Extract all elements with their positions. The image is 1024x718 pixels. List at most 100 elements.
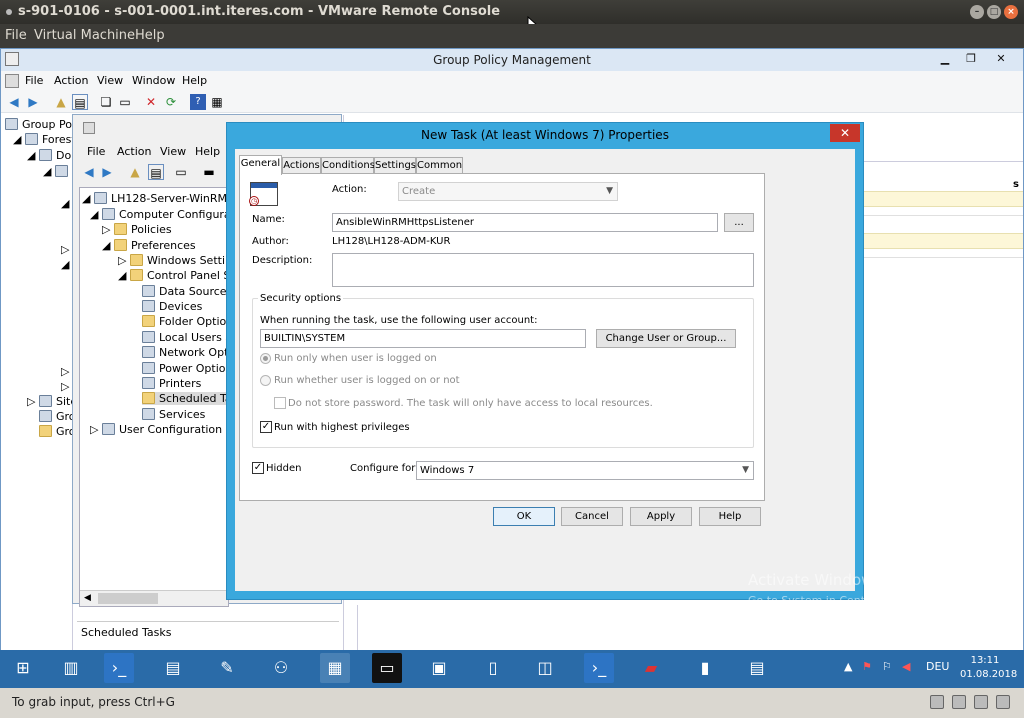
tree-item-group-policy-results[interactable]: Gro <box>39 425 76 438</box>
tree-item-folder-options[interactable]: Folder Option <box>142 315 228 328</box>
tree-item-forest[interactable]: ◢ Forest: <box>13 133 79 146</box>
management-console-icon[interactable]: ▣ <box>424 653 454 683</box>
description-input[interactable] <box>332 253 754 287</box>
tray-expand-icon[interactable]: ▲ <box>844 660 852 673</box>
tree-expander[interactable]: ▷ <box>61 243 69 256</box>
notepad-icon[interactable]: ✎ <box>212 653 242 683</box>
show-tree-icon[interactable]: ▤ <box>72 94 88 110</box>
usb-icon[interactable] <box>974 695 988 709</box>
tree-item-power-options[interactable]: Power Option <box>142 362 228 375</box>
up-folder-icon[interactable]: ▲ <box>127 164 143 180</box>
refresh-icon[interactable]: ⟳ <box>163 94 179 110</box>
dialog-close-button[interactable]: ✕ <box>830 124 860 142</box>
hidden-checkbox[interactable]: ✓ <box>252 462 264 474</box>
network-icon[interactable]: ⚇ <box>266 653 296 683</box>
help-button[interactable]: Help <box>699 507 761 526</box>
up-folder-icon[interactable]: ▲ <box>53 94 69 110</box>
network-tray-icon[interactable]: ⚑ <box>862 660 872 673</box>
editor-menu-help[interactable]: Help <box>195 145 220 158</box>
tree-item-network-options[interactable]: Network Opti <box>142 346 228 359</box>
tree-item-data-sources[interactable]: Data Sources <box>142 285 228 298</box>
tree-item-computer-configuration[interactable]: ◢ Computer Configuration <box>90 208 228 221</box>
gpm-menu-action[interactable]: Action <box>54 74 88 87</box>
copy-icon[interactable]: ❏ <box>98 94 114 110</box>
vm-screen[interactable]: Group Policy Management ▁ ❐ ✕ File Actio… <box>0 48 1024 688</box>
tree-item-gpo-root[interactable]: ◢ LH128-Server-WinRMHttpsL <box>82 192 228 205</box>
properties-icon[interactable]: ▦ <box>209 94 225 110</box>
paste-icon[interactable]: ▭ <box>117 94 133 110</box>
tab-conditions[interactable]: Conditions <box>321 157 375 174</box>
name-input[interactable]: AnsibleWinRMHttpsListener <box>332 213 718 232</box>
tree-item-preferences[interactable]: ◢ Preferences <box>102 239 196 252</box>
ok-button[interactable]: OK <box>493 507 555 526</box>
tree-item-group-policy[interactable]: Group Poli <box>5 118 78 131</box>
toolbox-icon[interactable]: ▰ <box>636 653 666 683</box>
hdd-icon[interactable] <box>930 695 944 709</box>
gpm-menu-view[interactable]: View <box>97 74 123 87</box>
event-viewer-icon[interactable]: ◫ <box>530 653 560 683</box>
display-icon[interactable] <box>996 695 1010 709</box>
user-account-field[interactable]: BUILTIN\SYSTEM <box>260 329 586 348</box>
tree-item-control-panel-settings[interactable]: ◢ Control Panel Set <box>118 269 228 282</box>
cancel-button[interactable]: Cancel <box>561 507 623 526</box>
browse-button[interactable]: ... <box>724 213 754 232</box>
close-icon[interactable]: × <box>1004 5 1018 19</box>
tree-item-windows-settings[interactable]: ▷ Windows Setting <box>118 254 228 267</box>
scrollbar-thumb[interactable] <box>98 593 158 604</box>
notes-icon[interactable]: ▤ <box>742 653 772 683</box>
gpm-menu-help[interactable]: Help <box>182 74 207 87</box>
back-icon[interactable]: ◀ <box>81 164 97 180</box>
forward-icon[interactable]: ▶ <box>99 164 115 180</box>
gpm-minimize-button[interactable]: ▁ <box>931 50 959 69</box>
command-prompt-icon[interactable]: ▭ <box>372 653 402 683</box>
server-manager-icon[interactable]: ▥ <box>56 653 86 683</box>
editor-menu-file[interactable]: File <box>87 145 105 158</box>
no-store-password-checkbox[interactable] <box>274 397 286 409</box>
run-logged-on-radio[interactable] <box>260 353 271 364</box>
tree-item-printers[interactable]: Printers <box>142 377 201 390</box>
volume-tray-icon[interactable]: ◀ <box>902 660 910 673</box>
language-indicator[interactable]: DEU <box>926 660 949 673</box>
gpm-menu-window[interactable]: Window <box>132 74 175 87</box>
powershell-ise-icon[interactable]: ›_ <box>584 653 614 683</box>
delete-icon[interactable]: ✕ <box>143 94 159 110</box>
tree-expander[interactable]: ◢ <box>43 165 72 178</box>
tree-expander[interactable]: ▷ <box>61 365 69 378</box>
action-select[interactable]: Create ▼ <box>398 182 618 201</box>
clock[interactable]: 13:11 01.08.2018 <box>960 654 1017 682</box>
tree-expander[interactable]: ◢ <box>61 197 69 210</box>
menu-help[interactable]: Help <box>135 28 165 43</box>
scroll-left-icon[interactable]: ◀ <box>84 593 91 603</box>
tree-item-sites[interactable]: ▷ Site <box>27 395 77 408</box>
configure-for-select[interactable]: Windows 7 ▼ <box>416 461 754 480</box>
gpm-restore-button[interactable]: ❐ <box>957 50 985 69</box>
show-tree-icon[interactable]: ▤ <box>148 164 164 180</box>
menu-file[interactable]: File <box>5 28 27 43</box>
tree-item-user-configuration[interactable]: ▷ User Configuration <box>90 423 222 436</box>
help-icon[interactable]: ? <box>190 94 206 110</box>
document-icon[interactable]: ▯ <box>478 653 508 683</box>
editor-menu-action[interactable]: Action <box>117 145 151 158</box>
minimize-icon[interactable]: – <box>970 5 984 19</box>
tree-expander[interactable]: ◢ <box>61 258 69 271</box>
window-menu-dot-icon[interactable] <box>6 9 12 15</box>
paste-icon[interactable]: ▭ <box>173 164 189 180</box>
tree-expander[interactable]: ▷ <box>61 380 69 393</box>
run-whether-radio[interactable] <box>260 375 271 386</box>
tab-general[interactable]: General <box>239 155 282 175</box>
tab-common[interactable]: Common <box>416 157 463 174</box>
flag-tray-icon[interactable]: ⚐ <box>882 660 892 673</box>
tree-item-services[interactable]: Services <box>142 408 205 421</box>
gpm-menu-file[interactable]: File <box>25 74 43 87</box>
start-icon[interactable]: ⊞ <box>8 653 38 683</box>
print-icon[interactable]: ▬ <box>201 164 217 180</box>
change-user-button[interactable]: Change User or Group... <box>596 329 736 348</box>
highest-privileges-checkbox[interactable]: ✓ <box>260 421 272 433</box>
gpm-close-button[interactable]: ✕ <box>987 50 1015 69</box>
tab-settings[interactable]: Settings <box>374 157 416 174</box>
maximize-icon[interactable]: □ <box>987 5 1001 19</box>
tab-actions[interactable]: Actions <box>282 157 321 174</box>
menu-virtual-machine[interactable]: Virtual Machine <box>34 28 135 43</box>
group-policy-task-icon[interactable]: ▦ <box>320 653 350 683</box>
forward-icon[interactable]: ▶ <box>25 94 41 110</box>
